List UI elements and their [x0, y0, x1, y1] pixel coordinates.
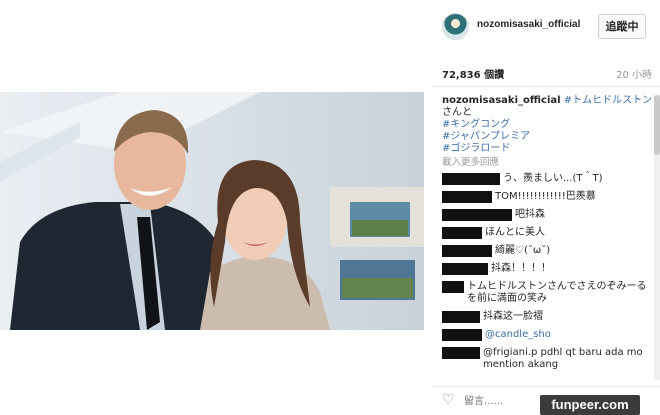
post-photo[interactable] — [0, 92, 424, 330]
watermark: funpeer.com — [540, 395, 640, 415]
post-stats: 72,836 個讚 20 小時 — [442, 66, 654, 82]
load-more-comments-link[interactable]: 載入更多回應 — [442, 157, 654, 169]
divider — [432, 386, 660, 387]
redacted-username — [442, 281, 464, 293]
comment-row: トムヒドルストンさんでさえのぞみーるを前に満面の笑み — [442, 281, 654, 305]
comment-text: ほんとに美人 — [485, 227, 545, 238]
comment-text: 抖森！！！！ — [491, 263, 551, 274]
comment-text: 抖森这一脸褶 — [483, 311, 543, 322]
comment-row: @candle_sho — [442, 329, 654, 341]
redacted-username — [442, 263, 488, 275]
comments-list[interactable]: nozomisasaki_official #トムヒドルストン さんと #キング… — [442, 95, 654, 379]
comment-text: 吧抖森 — [515, 209, 545, 220]
hashtag-link[interactable]: #トムヒドルストン — [564, 95, 652, 106]
caption-text: さんと — [442, 107, 472, 118]
heart-icon[interactable]: ♡ — [442, 392, 455, 408]
mention-link[interactable]: @candle_sho — [485, 329, 551, 341]
redacted-username — [442, 311, 480, 323]
comment-row: 抖森！！！！ — [442, 263, 654, 275]
comment-row: TOM!!!!!!!!!!!!巴羨慕 — [442, 191, 654, 203]
likes-count[interactable]: 72,836 個讚 — [442, 66, 504, 81]
comment-text: @frigiani.p pdhl qt baru ada mo mention … — [483, 347, 643, 370]
comment-text: 綺麗♡(˘ω˘) — [495, 245, 551, 256]
post-sidebar: nozomisasaki_official 追蹤中 72,836 個讚 20 小… — [432, 0, 660, 415]
comment-row: 吧抖森 — [442, 209, 654, 221]
username-link[interactable]: nozomisasaki_official — [477, 19, 580, 30]
avatar[interactable] — [442, 13, 469, 40]
redacted-username — [442, 209, 512, 221]
comment-text: う、羨ましい...(T＾T) — [503, 173, 603, 184]
redacted-username — [442, 227, 482, 239]
hashtag-link[interactable]: #ゴジラロード — [442, 143, 510, 154]
redacted-username — [442, 329, 482, 341]
caption-owner[interactable]: nozomisasaki_official — [442, 95, 561, 106]
post-header: nozomisasaki_official 追蹤中 — [432, 0, 660, 52]
hashtag-link[interactable]: #ジャパンプレミア — [442, 131, 530, 142]
post-time[interactable]: 20 小時 — [616, 66, 652, 81]
redacted-username — [442, 245, 492, 257]
photo-illustration — [0, 92, 424, 330]
redacted-username — [442, 173, 500, 185]
comment-row: @frigiani.p pdhl qt baru ada mo mention … — [442, 347, 654, 371]
divider — [432, 86, 660, 87]
redacted-username — [442, 191, 492, 203]
comment-row: ほんとに美人 — [442, 227, 654, 239]
redacted-username — [442, 347, 480, 359]
comment-row: 綺麗♡(˘ω˘) — [442, 245, 654, 257]
comment-text: トムヒドルストンさんでさえのぞみーるを前に満面の笑み — [467, 281, 647, 304]
follow-button[interactable]: 追蹤中 — [598, 14, 646, 39]
comments-scroll-thumb[interactable] — [654, 95, 660, 155]
comment-row: 抖森这一脸褶 — [442, 311, 654, 323]
hashtag-link[interactable]: #キングコング — [442, 119, 510, 130]
comment-text: TOM!!!!!!!!!!!!巴羨慕 — [495, 191, 596, 202]
caption: nozomisasaki_official #トムヒドルストン さんと #キング… — [442, 95, 654, 155]
comment-row: う、羨ましい...(T＾T) — [442, 173, 654, 185]
